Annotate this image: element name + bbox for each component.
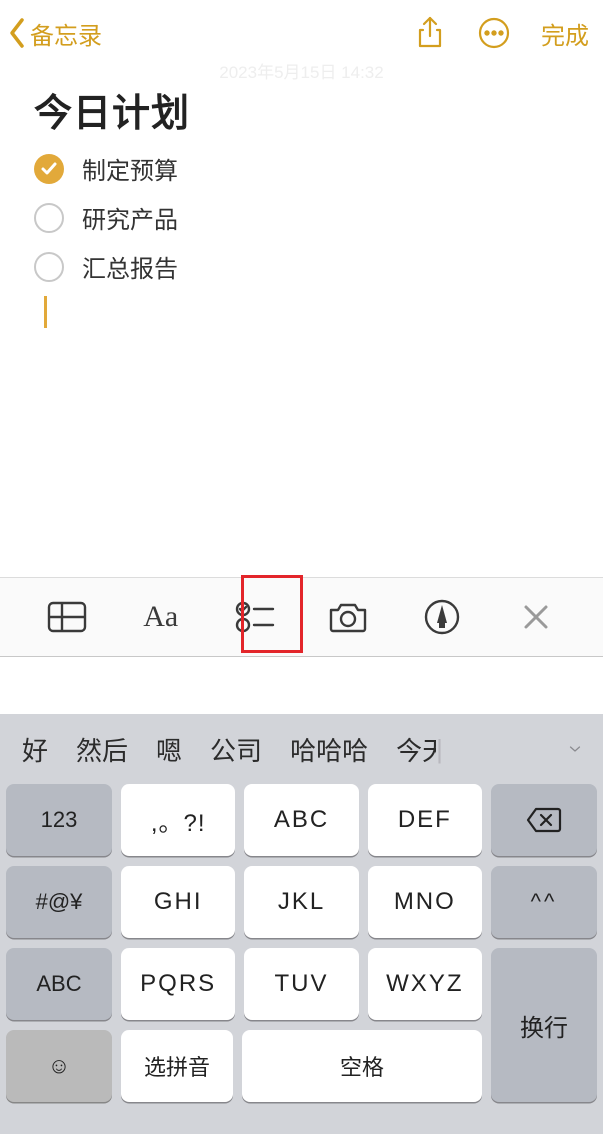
note-title[interactable]: 今日计划 <box>34 82 573 137</box>
candidate-word[interactable]: 嗯 <box>142 731 196 768</box>
checklist-text[interactable]: 制定预算 <box>82 151 178 186</box>
note-body[interactable]: 今日计划 制定预算 研究产品 汇总报告 <box>0 68 603 328</box>
checkbox-checked-icon[interactable] <box>34 154 64 184</box>
markup-icon[interactable] <box>419 594 465 640</box>
checklist-text[interactable]: 汇总报告 <box>82 249 178 284</box>
keyboard: 好 然后 嗯 公司 哈哈哈 今天 | 123 ,。?! ABC DEF #@¥ … <box>0 714 603 1134</box>
checkbox-empty-icon[interactable] <box>34 252 64 282</box>
note-timestamp: 2023年5月15日 14:32 <box>0 58 603 68</box>
share-icon[interactable] <box>413 16 447 50</box>
key-pinyin[interactable]: 选拼音 <box>121 1030 233 1102</box>
key-return[interactable]: 换行 <box>491 948 597 1102</box>
text-format-icon[interactable]: Aa <box>138 594 184 640</box>
key-123[interactable]: 123 <box>6 784 112 856</box>
key-abc-mode[interactable]: ABC <box>6 948 112 1020</box>
key-symbols[interactable]: #@¥ <box>6 866 112 938</box>
nav-bar: 备忘录 完成 <box>0 0 603 66</box>
candidate-divider: | <box>436 734 443 765</box>
key-jkl[interactable]: JKL <box>244 866 358 938</box>
candidate-word[interactable]: 公司 <box>196 731 276 768</box>
key-grid: 123 ,。?! ABC DEF #@¥ GHI JKL MNO ^^ ABC … <box>0 784 603 1112</box>
candidate-word[interactable]: 然后 <box>62 731 142 768</box>
key-tuv[interactable]: TUV <box>244 948 358 1020</box>
key-pqrs[interactable]: PQRS <box>121 948 235 1020</box>
chevron-down-icon[interactable] <box>555 741 595 757</box>
key-def[interactable]: DEF <box>368 784 482 856</box>
table-icon[interactable] <box>44 594 90 640</box>
back-label: 备忘录 <box>30 16 102 51</box>
key-ghi[interactable]: GHI <box>121 866 235 938</box>
key-emoji[interactable]: ☺ <box>6 1030 112 1102</box>
nav-actions: 完成 <box>413 16 589 51</box>
camera-icon[interactable] <box>325 594 371 640</box>
text-cursor <box>44 296 47 328</box>
chevron-left-icon <box>8 16 28 50</box>
checklist-item[interactable]: 制定预算 <box>34 151 573 186</box>
candidate-word[interactable]: 好 <box>8 731 62 768</box>
back-button[interactable]: 备忘录 <box>8 16 102 51</box>
candidate-word[interactable]: 今天 <box>382 731 436 768</box>
key-wxyz[interactable]: WXYZ <box>368 948 482 1020</box>
key-mno[interactable]: MNO <box>368 866 482 938</box>
format-toolbar: Aa <box>0 577 603 657</box>
checklist-icon[interactable] <box>232 594 278 640</box>
candidate-bar: 好 然后 嗯 公司 哈哈哈 今天 | <box>0 714 603 784</box>
key-punct[interactable]: ,。?! <box>121 784 235 856</box>
candidate-word[interactable]: 哈哈哈 <box>276 731 382 768</box>
key-backspace[interactable] <box>491 784 597 856</box>
more-icon[interactable] <box>477 16 511 50</box>
key-abc[interactable]: ABC <box>244 784 358 856</box>
done-button[interactable]: 完成 <box>541 16 589 51</box>
checkbox-empty-icon[interactable] <box>34 203 64 233</box>
checklist-item[interactable]: 汇总报告 <box>34 249 573 284</box>
checklist-item[interactable]: 研究产品 <box>34 200 573 235</box>
key-space[interactable]: 空格 <box>242 1030 482 1102</box>
key-face[interactable]: ^^ <box>491 866 597 938</box>
checklist-text[interactable]: 研究产品 <box>82 200 178 235</box>
close-icon[interactable] <box>513 594 559 640</box>
